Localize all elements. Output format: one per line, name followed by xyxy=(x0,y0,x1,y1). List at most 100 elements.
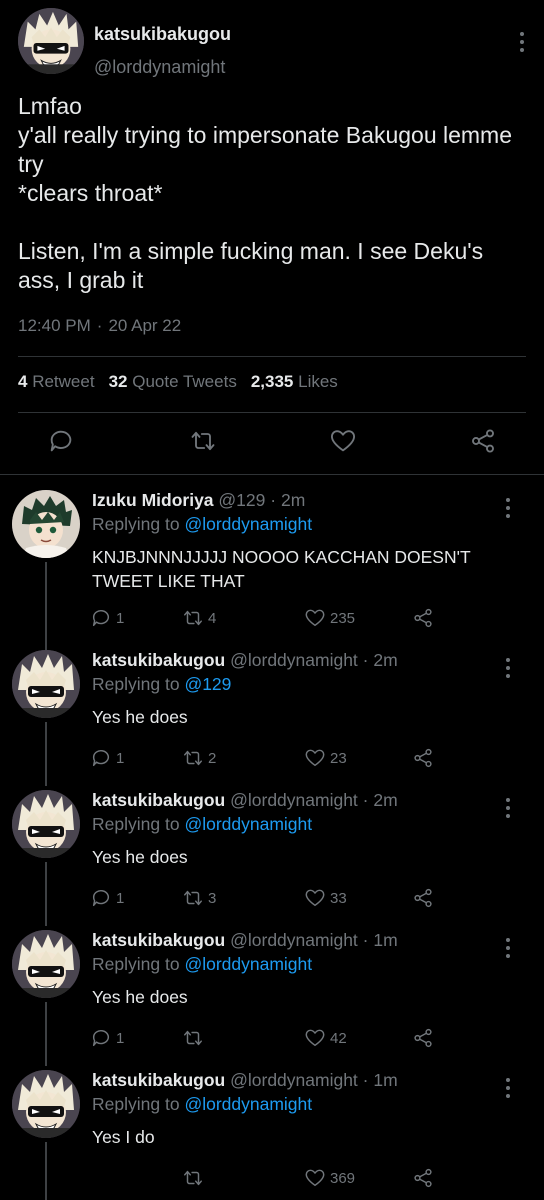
reply-button[interactable]: 1 xyxy=(90,884,124,912)
reply-header: katsukibakugou @lorddynamight · 2m xyxy=(92,650,398,671)
like-button[interactable]: 33 xyxy=(304,884,347,912)
reply-button[interactable]: 1 xyxy=(90,604,124,632)
share-button[interactable] xyxy=(412,884,434,912)
reply-count: 1 xyxy=(116,889,125,907)
display-name[interactable]: katsukibakugou xyxy=(92,790,225,810)
display-name[interactable]: katsukibakugou xyxy=(94,24,231,45)
more-options-icon[interactable] xyxy=(504,658,512,678)
like-button[interactable]: 42 xyxy=(304,1024,347,1052)
display-name[interactable]: katsukibakugou xyxy=(92,1070,225,1090)
reply-actions: 1 3 33 xyxy=(90,884,450,912)
more-options-icon[interactable] xyxy=(518,32,526,52)
retweet-icon[interactable] xyxy=(186,424,220,458)
like-icon xyxy=(304,607,326,629)
separator-dot: · xyxy=(362,790,369,810)
reply-header: katsukibakugou @lorddynamight · 1m xyxy=(92,1070,398,1091)
reply-actions: 1 4 235 xyxy=(90,604,450,632)
reply-text: Yes I do xyxy=(92,1127,155,1147)
like-count: 23 xyxy=(330,749,347,767)
reply-actions: 1 2 23 xyxy=(90,744,450,772)
retweet-button[interactable]: 3 xyxy=(182,884,216,912)
reply-actions: 1 42 xyxy=(90,1024,450,1052)
reply-time: 1m xyxy=(373,930,398,950)
tweet-stats: 4 Retweet 32 Quote Tweets 2,335 Likes xyxy=(18,372,338,392)
mention-link[interactable]: @lorddynamight xyxy=(184,1094,312,1114)
retweet-button[interactable]: 2 xyxy=(182,744,216,772)
share-button[interactable] xyxy=(412,604,434,632)
share-icon[interactable] xyxy=(466,424,500,458)
like-icon[interactable] xyxy=(326,424,360,458)
retweet-icon xyxy=(182,747,204,769)
like-button[interactable]: 235 xyxy=(304,604,355,632)
share-icon xyxy=(412,747,434,769)
thread-line xyxy=(45,722,47,786)
user-handle[interactable]: @129 xyxy=(218,490,265,510)
retweet-button[interactable] xyxy=(182,1164,208,1192)
like-button[interactable]: 23 xyxy=(304,744,347,772)
more-options-icon[interactable] xyxy=(504,498,512,518)
retweet-button[interactable] xyxy=(182,1024,208,1052)
user-handle[interactable]: @lorddynamight xyxy=(230,1070,358,1090)
user-handle[interactable]: @lorddynamight xyxy=(94,57,225,78)
display-name[interactable]: katsukibakugou xyxy=(92,930,225,950)
user-handle[interactable]: @lorddynamight xyxy=(230,930,358,950)
tweet-thread-page: katsukibakugou @lorddynamight Lmfao y'al… xyxy=(0,0,544,1200)
retweet-count: 4 xyxy=(208,609,217,627)
avatar[interactable] xyxy=(12,1070,80,1138)
thread-line xyxy=(45,562,47,652)
share-button[interactable] xyxy=(412,1164,434,1192)
user-handle[interactable]: @lorddynamight xyxy=(230,650,358,670)
tweet-time: 12:40 PM xyxy=(18,316,91,335)
reply-text: Yes he does xyxy=(92,707,188,727)
reply-icon xyxy=(90,1027,112,1049)
reply-time: 1m xyxy=(373,1070,398,1090)
tweet-text: Lmfao y'all really trying to impersonate… xyxy=(18,93,513,293)
replying-to: Replying to @lorddynamight xyxy=(92,1094,313,1114)
reply-time: 2m xyxy=(280,490,306,510)
retweet-stat[interactable]: 4 Retweet xyxy=(18,372,95,391)
avatar[interactable] xyxy=(12,490,80,558)
like-count: 33 xyxy=(330,889,347,907)
reply-button[interactable]: 1 xyxy=(90,1024,124,1052)
replying-to: Replying to @lorddynamight xyxy=(92,814,313,834)
more-options-icon[interactable] xyxy=(504,798,512,818)
share-button[interactable] xyxy=(412,1024,434,1052)
mention-link[interactable]: @129 xyxy=(184,674,231,694)
avatar[interactable] xyxy=(12,790,80,858)
reply-text: Yes he does xyxy=(92,847,188,867)
reply-count: 1 xyxy=(116,609,125,627)
avatar[interactable] xyxy=(18,8,84,74)
display-name[interactable]: katsukibakugou xyxy=(92,650,225,670)
reply-icon xyxy=(90,887,112,909)
avatar[interactable] xyxy=(12,930,80,998)
more-options-icon[interactable] xyxy=(504,938,512,958)
reply-icon xyxy=(90,607,112,629)
reply-icon xyxy=(90,747,112,769)
replying-to: Replying to @lorddynamight xyxy=(92,954,313,974)
like-button[interactable]: 369 xyxy=(304,1164,355,1192)
main-tweet-actions xyxy=(0,424,544,468)
mention-link[interactable]: @lorddynamight xyxy=(184,514,312,534)
reply-header: katsukibakugou @lorddynamight · 2m xyxy=(92,790,398,811)
divider xyxy=(0,474,544,475)
share-button[interactable] xyxy=(412,744,434,772)
mention-link[interactable]: @lorddynamight xyxy=(184,814,312,834)
retweet-icon xyxy=(182,1167,204,1189)
avatar[interactable] xyxy=(12,650,80,718)
reply-text: KNJBJNNNJJJJJ NOOOO KACCHAN DOESN'T TWEE… xyxy=(92,547,471,591)
likes-stat[interactable]: 2,335 Likes xyxy=(251,372,338,391)
user-handle[interactable]: @lorddynamight xyxy=(230,790,358,810)
display-name[interactable]: Izuku Midoriya xyxy=(92,490,214,510)
more-options-icon[interactable] xyxy=(504,1078,512,1098)
tweet-timestamp: 12:40 PM · 20 Apr 22 xyxy=(18,316,181,336)
quote-tweets-stat[interactable]: 32 Quote Tweets xyxy=(109,372,237,391)
mention-link[interactable]: @lorddynamight xyxy=(184,954,312,974)
thread-line xyxy=(45,1002,47,1066)
like-count: 369 xyxy=(330,1169,356,1187)
retweet-button[interactable]: 4 xyxy=(182,604,216,632)
reply-button[interactable]: 1 xyxy=(90,744,124,772)
thread-line xyxy=(45,1142,47,1200)
reply-icon[interactable] xyxy=(44,424,78,458)
like-count: 235 xyxy=(330,609,356,627)
retweet-icon xyxy=(182,607,204,629)
